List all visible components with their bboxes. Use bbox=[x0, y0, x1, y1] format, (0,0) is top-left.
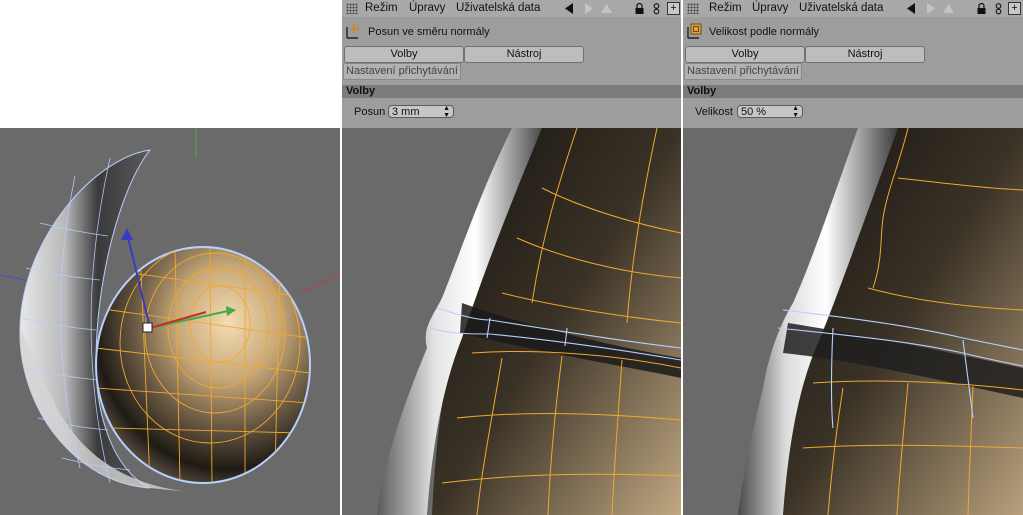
new-panel-button[interactable]: + bbox=[1008, 2, 1021, 15]
menu-user-data[interactable]: Uživatelská data bbox=[456, 2, 540, 14]
tool-title: Velikost podle normály bbox=[709, 26, 820, 38]
offset-label: Posun bbox=[354, 106, 386, 118]
panel-grip-icon[interactable] bbox=[346, 3, 358, 14]
menu-mode[interactable]: Režim bbox=[365, 2, 398, 14]
stepper-arrows-icon[interactable]: ▲ ▼ bbox=[792, 105, 799, 119]
closeup-model-move bbox=[342, 128, 681, 515]
menu-bar: Režim Úpravy Uživatelská data + bbox=[683, 0, 1023, 17]
viewport-normal-move-closeup[interactable] bbox=[342, 128, 681, 515]
menu-bar: Režim Úpravy Uživatelská data + bbox=[342, 0, 681, 17]
viewport-normal-scale-closeup[interactable] bbox=[683, 128, 1023, 515]
stepper-arrows-icon[interactable]: ▲ ▼ bbox=[443, 105, 450, 119]
menu-mode[interactable]: Režim bbox=[709, 2, 742, 14]
lock-icon[interactable] bbox=[633, 2, 646, 15]
new-panel-button[interactable]: + bbox=[667, 2, 680, 15]
link-icon[interactable] bbox=[650, 2, 663, 15]
normal-scale-tool-icon bbox=[687, 23, 702, 39]
panel-grip-icon[interactable] bbox=[687, 3, 699, 14]
tab-options[interactable]: Volby bbox=[344, 46, 464, 63]
tab-options[interactable]: Volby bbox=[685, 46, 805, 63]
attribute-panel-normal-move: Režim Úpravy Uživatelská data + Posun ve… bbox=[342, 0, 681, 128]
offset-input[interactable]: 3 mm ▲ ▼ bbox=[388, 105, 454, 119]
forward-arrow-icon[interactable] bbox=[582, 2, 595, 15]
back-arrow-icon[interactable] bbox=[905, 2, 918, 15]
link-icon[interactable] bbox=[992, 2, 1005, 15]
viewport-overview[interactable] bbox=[0, 128, 340, 515]
up-arrow-icon[interactable] bbox=[942, 2, 955, 15]
tab-snap-settings[interactable]: Nastavení přichytávání bbox=[343, 63, 461, 80]
menu-edit[interactable]: Úpravy bbox=[752, 2, 788, 14]
tab-snap-settings[interactable]: Nastavení přichytávání bbox=[684, 63, 802, 80]
section-options-header: Volby bbox=[683, 85, 1023, 98]
offset-value: 3 mm bbox=[392, 106, 420, 118]
hemisphere-model bbox=[0, 128, 340, 493]
back-arrow-icon[interactable] bbox=[563, 2, 576, 15]
attribute-panel-normal-scale: Režim Úpravy Uživatelská data + Velikost… bbox=[683, 0, 1023, 128]
menu-user-data[interactable]: Uživatelská data bbox=[799, 2, 883, 14]
size-input[interactable]: 50 % ▲ ▼ bbox=[737, 105, 803, 119]
closeup-model-scale bbox=[683, 128, 1023, 515]
section-options-header: Volby bbox=[342, 85, 681, 98]
size-value: 50 % bbox=[741, 106, 767, 118]
forward-arrow-icon[interactable] bbox=[924, 2, 937, 15]
tool-title: Posun ve směru normály bbox=[368, 26, 490, 38]
up-arrow-icon[interactable] bbox=[600, 2, 613, 15]
lock-icon[interactable] bbox=[975, 2, 988, 15]
size-label: Velikost bbox=[695, 106, 733, 118]
menu-edit[interactable]: Úpravy bbox=[409, 2, 445, 14]
normal-move-tool-icon bbox=[346, 23, 360, 39]
tab-tool[interactable]: Nástroj bbox=[464, 46, 584, 63]
tab-tool[interactable]: Nástroj bbox=[805, 46, 925, 63]
